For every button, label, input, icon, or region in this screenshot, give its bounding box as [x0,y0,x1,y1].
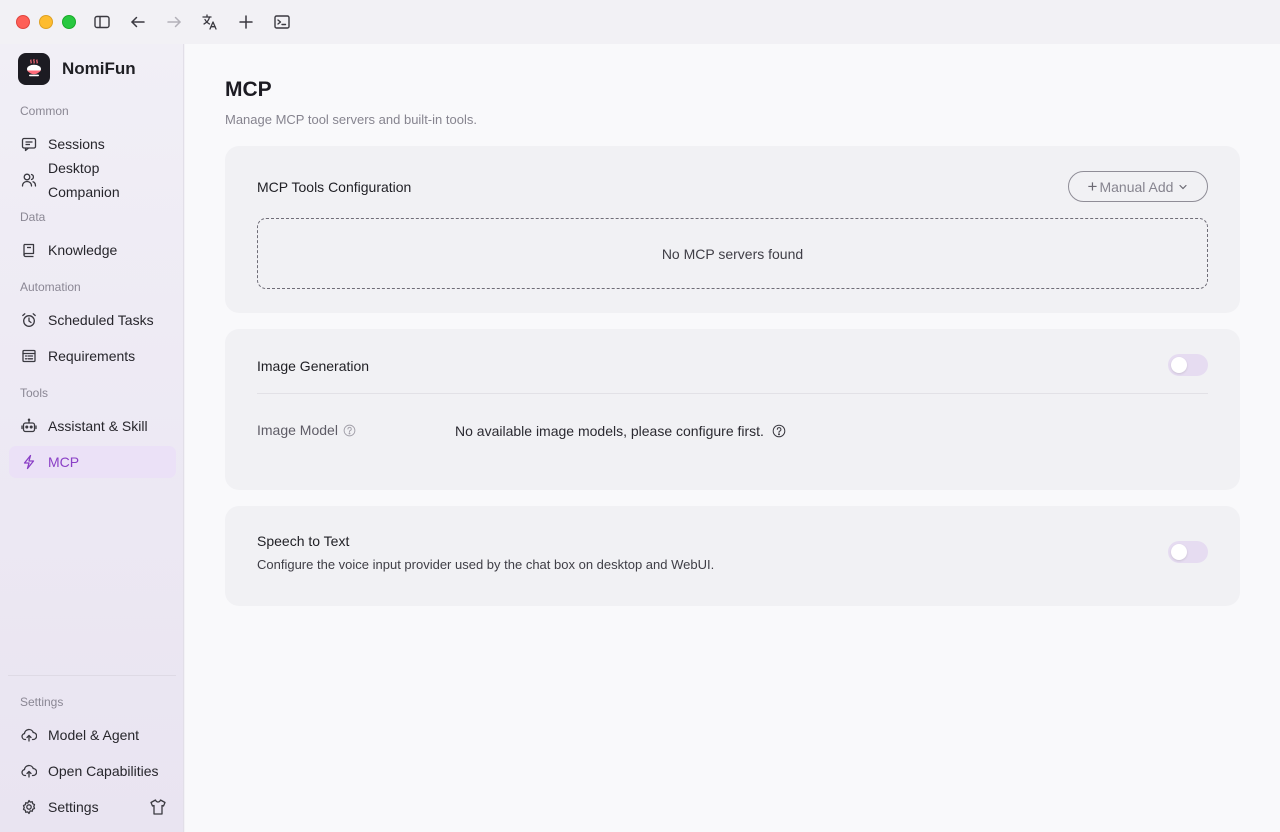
sidebar-item-label: Requirements [48,348,136,364]
sidebar-item-label: Settings [48,799,99,815]
users-icon [20,171,38,189]
sidebar-item-label: Sessions [48,136,105,152]
close-window-button[interactable] [16,15,30,29]
translate-icon[interactable] [200,12,220,32]
help-circle-icon[interactable] [772,424,786,438]
cloud-sync-icon [20,726,38,744]
image-model-value-text: No available image models, please config… [455,423,764,439]
sidebar-item-label: Assistant & Skill [48,418,148,434]
alarm-clock-icon [20,311,38,329]
sidebar-item-label: Knowledge [48,242,118,258]
app-name: NomiFun [62,59,136,78]
speech-to-text-description: Configure the voice input provider used … [257,557,715,572]
sidebar-toggle-icon[interactable] [92,12,112,32]
section-label-data: Data [20,210,46,224]
chat-bubble-icon [20,135,38,153]
sidebar-item-label: Model & Agent [48,727,140,743]
sidebar-divider [8,675,176,676]
terminal-icon[interactable] [272,12,292,32]
app-logo-icon [18,53,50,85]
manual-add-label: Manual Add [1099,178,1174,195]
sidebar-item-label: Scheduled Tasks [48,312,154,328]
section-label-settings: Settings [20,695,64,709]
forward-arrow-icon[interactable] [164,12,184,32]
sidebar-item-scheduled-tasks[interactable]: Scheduled Tasks [9,304,176,336]
toggle-knob [1171,357,1187,373]
cloud-upload-icon [20,762,38,780]
lightning-icon [20,453,38,471]
sidebar-item-label: Desktop Companion [48,160,120,200]
sidebar-item-open-capabilities[interactable]: Open Capabilities [9,755,176,787]
sidebar-item-label: MCP [48,454,80,470]
manual-add-button[interactable]: + Manual Add [1068,171,1208,202]
image-generation-toggle[interactable] [1168,354,1208,376]
mcp-tools-title: MCP Tools Configuration [257,179,412,195]
card-divider [257,393,1208,394]
page-subtitle: Manage MCP tool servers and built-in too… [225,112,477,127]
section-label-tools: Tools [20,386,49,400]
sidebar: NomiFun Common Sessions Desktop Companio… [0,44,184,832]
image-generation-title: Image Generation [257,358,370,374]
plus-icon: + [1087,176,1098,196]
help-circle-icon[interactable] [343,424,356,437]
image-generation-card: Image Generation Image Model No availabl… [225,329,1240,490]
image-model-value: No available image models, please config… [455,423,786,439]
tshirt-icon[interactable] [149,798,167,816]
list-document-icon [20,347,38,365]
title-bar [0,0,1280,44]
speech-to-text-card: Speech to Text Configure the voice input… [225,506,1240,606]
book-icon [20,241,38,259]
speech-to-text-title: Speech to Text [257,533,350,549]
sidebar-item-label: Open Capabilities [48,763,159,779]
mcp-empty-state: No MCP servers found [257,218,1208,289]
speech-to-text-toggle[interactable] [1168,541,1208,563]
sidebar-item-desktop-companion[interactable]: Desktop Companion [9,156,176,204]
page-title: MCP [225,78,272,101]
brand: NomiFun [18,53,136,85]
sidebar-item-mcp[interactable]: MCP [9,446,176,478]
sidebar-item-settings[interactable]: Settings [9,791,139,823]
mcp-tools-card: MCP Tools Configuration + Manual Add No … [225,146,1240,313]
toggle-knob [1171,544,1187,560]
sidebar-item-model-agent[interactable]: Model & Agent [9,719,176,751]
gear-icon [20,798,38,816]
new-tab-plus-icon[interactable] [236,12,256,32]
sidebar-item-assistant-skill[interactable]: Assistant & Skill [9,410,176,442]
minimize-window-button[interactable] [39,15,53,29]
mcp-empty-text: No MCP servers found [661,245,804,262]
zoom-window-button[interactable] [62,15,76,29]
chevron-down-icon [1179,184,1188,189]
back-arrow-icon[interactable] [128,12,148,32]
section-label-automation: Automation [20,280,81,294]
sidebar-item-requirements[interactable]: Requirements [9,340,176,372]
image-model-label: Image Model [257,422,356,438]
main-content: MCP Manage MCP tool servers and built-in… [185,44,1280,832]
robot-icon [20,417,38,435]
section-label-common: Common [20,104,69,118]
image-model-label-text: Image Model [257,422,338,438]
sidebar-item-knowledge[interactable]: Knowledge [9,234,176,266]
